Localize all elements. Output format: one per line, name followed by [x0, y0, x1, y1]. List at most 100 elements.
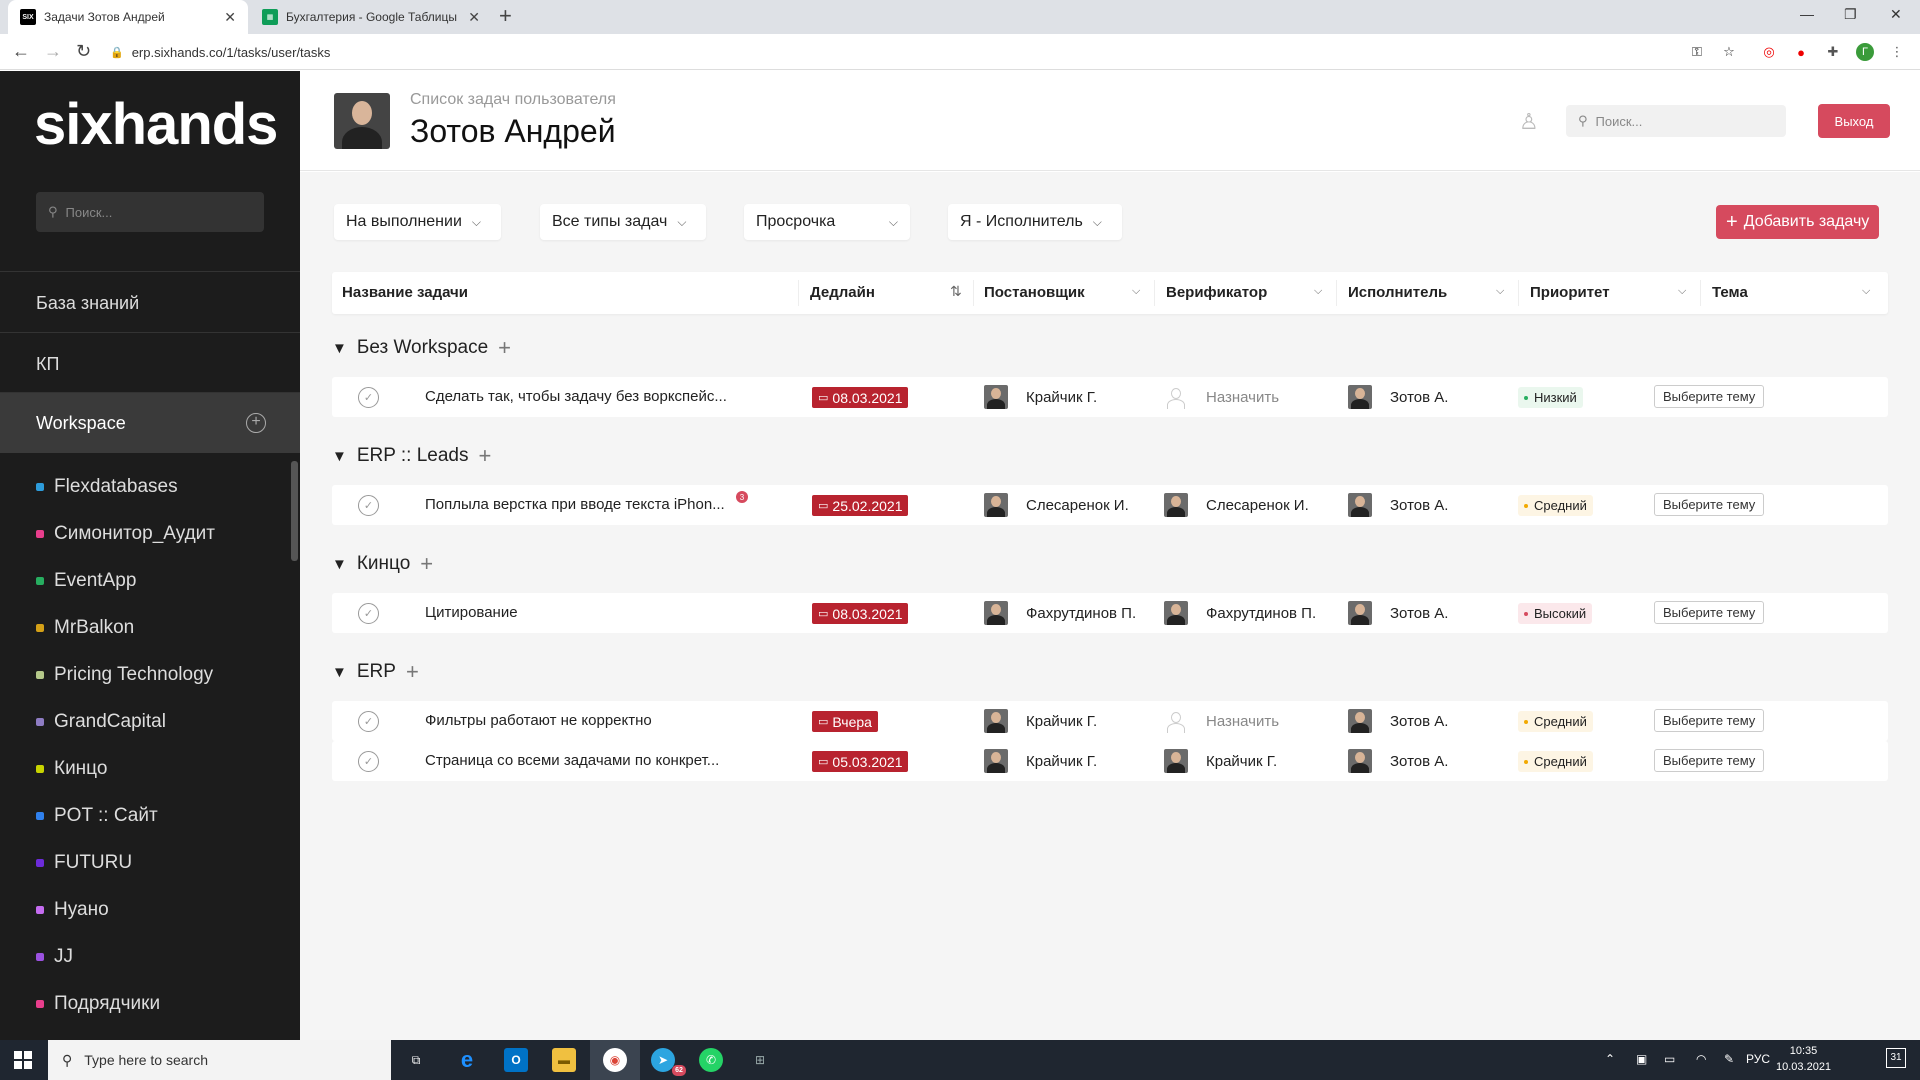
deadline-badge[interactable]: ▭ 25.02.2021	[812, 495, 909, 516]
overdue-filter-dropdown[interactable]: Просрочка ⌵	[744, 204, 910, 240]
person-cell[interactable]: Крайчик Г.	[1164, 749, 1277, 773]
collapse-triangle-icon[interactable]: ▼	[332, 556, 347, 573]
column-header-creator[interactable]: Постановщик	[984, 284, 1085, 301]
sidebar-project-item[interactable]: EventApp	[36, 570, 136, 592]
person-cell[interactable]: Фахрутдинов П.	[984, 601, 1136, 625]
chevron-down-icon[interactable]: ⌵	[1132, 285, 1140, 298]
file-explorer-icon[interactable]: ▬	[552, 1048, 576, 1072]
complete-task-checkbox[interactable]: ✓	[358, 387, 379, 408]
sidebar-project-item[interactable]: Кинцо	[36, 758, 107, 780]
select-theme-button[interactable]: Выберите тему	[1654, 709, 1765, 732]
pen-icon[interactable]: ✎	[1724, 1052, 1734, 1066]
person-cell[interactable]: Назначить	[1164, 709, 1279, 733]
task-row[interactable]: ✓ Цитирование ▭ 08.03.2021 Фахрутдинов П. Фах…	[332, 593, 1888, 633]
edge-icon[interactable]: e	[455, 1047, 479, 1072]
sidebar-project-item[interactable]: GrandCapital	[36, 711, 166, 733]
extension-red-icon[interactable]: ◎	[1760, 43, 1778, 61]
outlook-icon[interactable]: O	[504, 1048, 528, 1072]
task-group-header[interactable]: ▼ Кинцо +	[332, 551, 433, 577]
column-header-verifier[interactable]: Верификатор	[1166, 284, 1267, 301]
menu-dots-icon[interactable]: ⋮	[1888, 43, 1906, 61]
task-row[interactable]: ✓ Фильтры работают не корректно ▭ Вчера Край…	[332, 701, 1888, 741]
priority-badge[interactable]: Низкий	[1518, 387, 1583, 408]
person-cell[interactable]: Зотов А.	[1348, 385, 1448, 409]
task-row[interactable]: ✓ Сделать так, чтобы задачу без воркспейс…	[332, 377, 1888, 417]
back-icon[interactable]: ←	[12, 42, 30, 60]
column-header-executor[interactable]: Исполнитель	[1348, 284, 1447, 301]
add-task-to-group-icon[interactable]: +	[406, 659, 419, 685]
whatsapp-icon[interactable]: ✆	[699, 1048, 723, 1072]
person-cell[interactable]: Крайчик Г.	[984, 749, 1097, 773]
task-row[interactable]: ✓ Страница со всеми задачами по конкрет..…	[332, 741, 1888, 781]
sidebar-scrollbar[interactable]	[291, 461, 298, 561]
column-header-theme[interactable]: Тема	[1712, 284, 1748, 301]
close-tab-icon[interactable]: ✕	[468, 9, 480, 26]
url-field[interactable]: 🔒 erp.sixhands.co/1/tasks/user/tasks	[110, 38, 1410, 66]
browser-tab-tasks[interactable]: SIX Задачи Зотов Андрей ✕	[8, 0, 248, 34]
priority-badge[interactable]: Средний	[1518, 751, 1593, 772]
logout-button[interactable]: Выход	[1818, 104, 1890, 138]
reload-icon[interactable]: ↻	[76, 42, 91, 60]
select-theme-button[interactable]: Выберите тему	[1654, 601, 1765, 624]
minimize-icon[interactable]: —	[1800, 6, 1814, 22]
priority-badge[interactable]: Средний	[1518, 495, 1593, 516]
person-cell[interactable]: Зотов А.	[1348, 601, 1448, 625]
sidebar-project-item[interactable]: POT :: Сайт	[36, 805, 158, 827]
close-window-icon[interactable]: ✕	[1890, 6, 1902, 23]
task-row[interactable]: ✓ Поплыла верстка при вводе текста iPhon.…	[332, 485, 1888, 525]
sidebar-project-item[interactable]: MrBalkon	[36, 617, 134, 639]
user-profile-icon[interactable]: ♙	[1519, 109, 1539, 135]
person-cell[interactable]: Зотов А.	[1348, 709, 1448, 733]
chevron-down-icon[interactable]: ⌵	[1314, 285, 1322, 298]
chevron-down-icon[interactable]: ⌵	[1678, 285, 1686, 298]
windows-start-icon[interactable]	[14, 1051, 32, 1069]
sidebar-project-item[interactable]: Flexdatabases	[36, 476, 178, 498]
task-group-header[interactable]: ▼ Без Workspace +	[332, 335, 511, 361]
sidebar-project-item[interactable]: JJ	[36, 946, 73, 968]
task-group-header[interactable]: ▼ ERP :: Leads +	[332, 443, 491, 469]
deadline-badge[interactable]: ▭ 08.03.2021	[812, 387, 909, 408]
sidebar-item-knowledge-base[interactable]: База знаний	[36, 293, 139, 314]
person-cell[interactable]: Фахрутдинов П.	[1164, 601, 1316, 625]
taskbar-search-input[interactable]: ⚲ Type here to search	[48, 1040, 391, 1080]
deadline-badge[interactable]: ▭ 08.03.2021	[812, 603, 909, 624]
deadline-badge[interactable]: ▭ 05.03.2021	[812, 751, 909, 772]
network-app-icon[interactable]: ⊞	[748, 1048, 772, 1072]
collapse-triangle-icon[interactable]: ▼	[332, 448, 347, 465]
person-cell[interactable]: Зотов А.	[1348, 493, 1448, 517]
task-name[interactable]: Цитирование	[425, 604, 518, 621]
add-task-to-group-icon[interactable]: +	[478, 443, 491, 469]
role-filter-dropdown[interactable]: Я - Исполнитель ⌵	[948, 204, 1122, 240]
complete-task-checkbox[interactable]: ✓	[358, 751, 379, 772]
type-filter-dropdown[interactable]: Все типы задач ⌵	[540, 204, 706, 240]
sidebar-project-item[interactable]: FUTURU	[36, 852, 132, 874]
browser-tab-sheets[interactable]: ▦ Бухгалтерия - Google Таблицы ✕	[252, 0, 492, 34]
status-filter-dropdown[interactable]: На выполнении ⌵	[334, 204, 501, 240]
wifi-icon[interactable]: ◠	[1696, 1052, 1706, 1066]
battery-icon[interactable]: ▭	[1664, 1052, 1675, 1066]
column-header-name[interactable]: Название задачи	[342, 284, 468, 301]
key-icon[interactable]: ⚿	[1688, 43, 1706, 61]
select-theme-button[interactable]: Выберите тему	[1654, 749, 1765, 772]
forward-icon[interactable]: →	[44, 42, 62, 60]
chevron-down-icon[interactable]: ⌵	[1862, 285, 1870, 298]
collapse-triangle-icon[interactable]: ▼	[332, 664, 347, 681]
add-task-to-group-icon[interactable]: +	[498, 335, 511, 361]
person-cell[interactable]: Зотов А.	[1348, 749, 1448, 773]
star-icon[interactable]: ☆	[1720, 43, 1738, 61]
sidebar-item-workspace[interactable]: Workspace +	[0, 393, 300, 453]
add-task-button[interactable]: + Добавить задачу	[1716, 205, 1880, 239]
complete-task-checkbox[interactable]: ✓	[358, 495, 379, 516]
sidebar-project-item[interactable]: Нуано	[36, 899, 109, 921]
sidebar-project-item[interactable]: Подрядчики	[36, 993, 160, 1015]
priority-badge[interactable]: Средний	[1518, 711, 1593, 732]
add-task-to-group-icon[interactable]: +	[420, 551, 433, 577]
chrome-icon[interactable]: ◉	[603, 1048, 627, 1072]
close-tab-icon[interactable]: ✕	[224, 9, 236, 26]
clock[interactable]: 10:35 10.03.2021	[1776, 1043, 1831, 1075]
profile-avatar-icon[interactable]: Г	[1856, 43, 1874, 61]
task-group-header[interactable]: ▼ ERP +	[332, 659, 419, 685]
select-theme-button[interactable]: Выберите тему	[1654, 385, 1765, 408]
sidebar-search-input[interactable]: ⚲ Поиск...	[36, 192, 264, 232]
language-indicator[interactable]: РУС	[1746, 1052, 1770, 1066]
